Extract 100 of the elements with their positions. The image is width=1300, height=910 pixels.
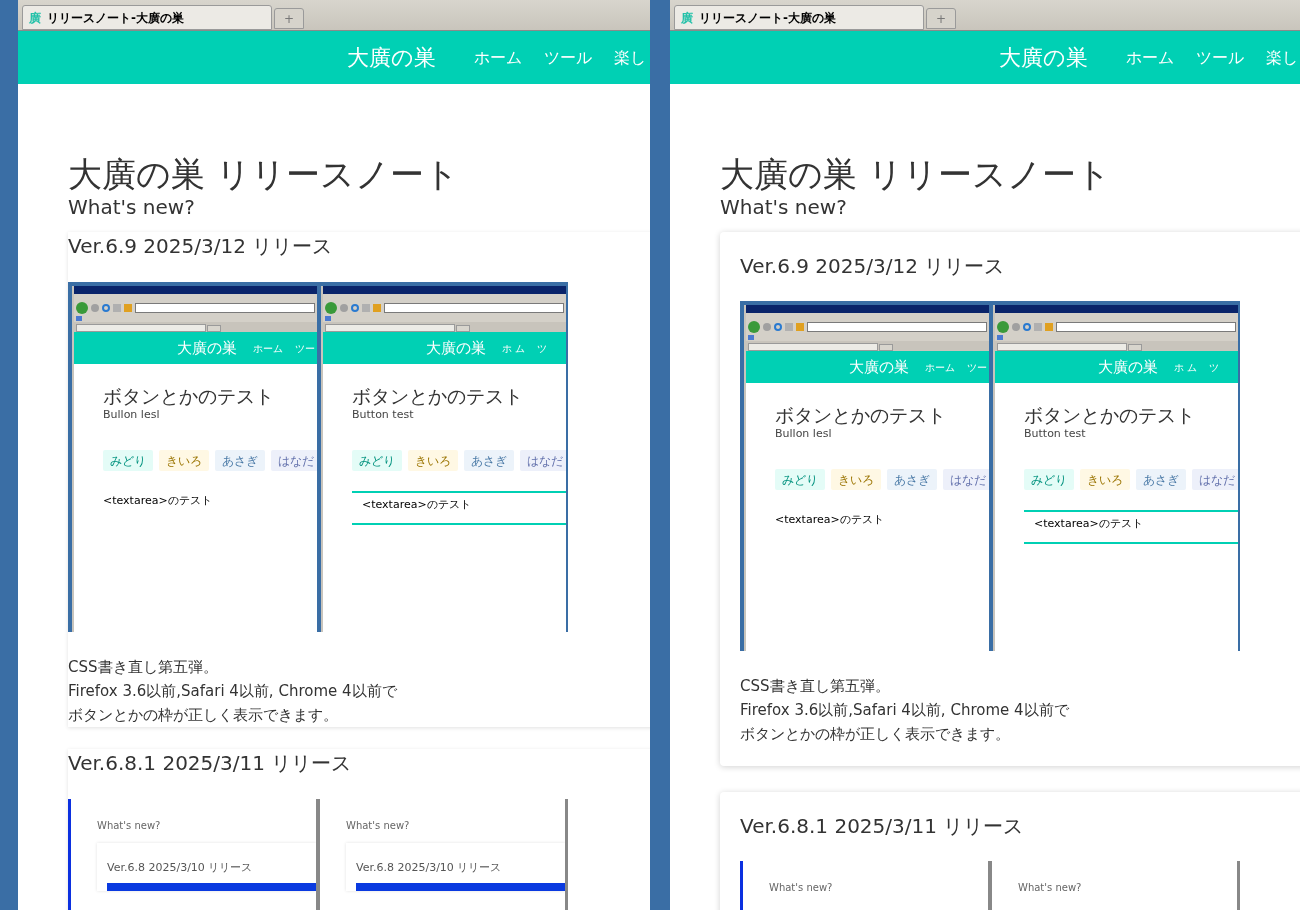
tab-title: リリースノート-大廣の巣 — [699, 9, 836, 27]
bookmark-icon[interactable] — [997, 335, 1003, 340]
color-button[interactable]: はなだ — [1192, 469, 1238, 490]
release-note-line: ボタンとかの枠が正しく表示できます。 — [68, 705, 339, 726]
reload-icon[interactable] — [774, 323, 782, 331]
color-button[interactable]: きいろ — [831, 469, 881, 490]
textarea-field[interactable]: <textarea>のテスト — [352, 491, 566, 525]
textarea-field[interactable]: <textarea>のテスト — [1024, 510, 1238, 544]
release-heading: Ver.6.9 2025/3/12 リリース — [740, 253, 1006, 280]
page-subtitle: What's new? — [346, 819, 411, 833]
nav-link[interactable]: ツー — [295, 340, 315, 356]
nav-link[interactable]: ホーム — [253, 340, 283, 356]
new-tab-button[interactable] — [456, 325, 470, 332]
color-button[interactable]: みどり — [1024, 469, 1074, 490]
color-button[interactable]: あさぎ — [887, 469, 937, 490]
address-field[interactable] — [384, 303, 564, 313]
new-tab-button[interactable] — [879, 344, 893, 351]
nav-link[interactable]: ホーム — [1126, 45, 1174, 70]
nav-link[interactable]: ホーム — [474, 45, 522, 70]
browser-tab[interactable]: 廣 リリースノート-大廣の巣 — [674, 5, 924, 30]
release-heading: Ver.6.9 2025/3/12 リリース — [68, 233, 334, 260]
new-tab-button[interactable] — [207, 325, 221, 332]
color-button[interactable]: きいろ — [159, 450, 209, 471]
nav-link[interactable]: ホーム — [925, 359, 955, 375]
release-note-line: Firefox 3.6以前,Safari 4以前, Chrome 4以前で — [68, 681, 398, 702]
reload-icon[interactable] — [1023, 323, 1031, 331]
site-title[interactable]: 大廣の巣 — [347, 41, 436, 74]
nav-link[interactable]: 楽し — [614, 45, 646, 70]
nav-link[interactable]: ツール — [544, 45, 592, 70]
site-title[interactable]: 大廣の巣 — [849, 355, 909, 379]
tab-title: リリースノート-大廣の巣 — [47, 9, 184, 27]
browser-tab[interactable] — [997, 343, 1127, 351]
back-icon[interactable] — [997, 321, 1009, 333]
forward-icon[interactable] — [91, 304, 99, 312]
nav-link[interactable]: ホ ム — [1174, 359, 1198, 375]
browser-tab[interactable]: 廣 リリースノート-大廣の巣 — [22, 5, 272, 30]
reload-icon[interactable] — [351, 304, 359, 312]
release-heading: Ver.6.8 2025/3/10 リリース — [107, 861, 254, 875]
textarea-text: <textarea>のテスト — [103, 493, 213, 509]
bookmark-icon[interactable] — [748, 335, 754, 340]
address-field[interactable] — [135, 303, 315, 313]
forward-icon[interactable] — [1012, 323, 1020, 331]
favicon-icon: 廣 — [29, 8, 41, 27]
site-title[interactable]: 大廣の巣 — [999, 41, 1088, 74]
release-heading: Ver.6.8 2025/3/10 リリース — [356, 861, 503, 875]
page-title: ボタンとかのテスト — [1024, 403, 1196, 427]
address-field[interactable] — [1056, 322, 1236, 332]
release-note-line: CSS書き直し第五弾。 — [740, 676, 891, 697]
address-field[interactable] — [807, 322, 987, 332]
page-subtitle: Button test — [352, 408, 415, 422]
forward-icon[interactable] — [763, 323, 771, 331]
forward-icon[interactable] — [340, 304, 348, 312]
site-title[interactable]: 大廣の巣 — [426, 336, 486, 360]
page-subtitle: What's new? — [720, 194, 848, 220]
release-heading: Ver.6.8.1 2025/3/11 リリース — [740, 813, 1025, 840]
nav-link[interactable]: ツ — [1209, 359, 1220, 375]
reload-icon[interactable] — [102, 304, 110, 312]
site-title[interactable]: 大廣の巣 — [177, 336, 237, 360]
page-subtitle: What's new? — [1018, 881, 1083, 895]
browser-tab[interactable] — [76, 324, 206, 332]
nav-link[interactable]: 楽し — [1266, 45, 1298, 70]
release-note-line: CSS書き直し第五弾。 — [68, 657, 219, 678]
page-subtitle: What's new? — [769, 881, 834, 895]
nav-link[interactable]: ホ ム — [502, 340, 526, 356]
bookmark-icon[interactable] — [76, 316, 82, 321]
nav-link[interactable]: ツ — [537, 340, 548, 356]
nav-link[interactable]: ツール — [1196, 45, 1244, 70]
color-button[interactable]: あさぎ — [1136, 469, 1186, 490]
nav-link[interactable]: ツー — [967, 359, 987, 375]
color-button[interactable]: はなだ — [520, 450, 566, 471]
color-button[interactable]: みどり — [775, 469, 825, 490]
page-subtitle: What's new? — [97, 819, 162, 833]
page-subtitle: Button test — [1024, 427, 1087, 441]
color-button[interactable]: みどり — [103, 450, 153, 471]
browser-tab[interactable] — [748, 343, 878, 351]
bookmark-icon[interactable] — [325, 316, 331, 321]
page-title: 大廣の巣 リリースノート — [720, 154, 1112, 194]
new-tab-button[interactable] — [1128, 344, 1142, 351]
page-title: 大廣の巣 リリースノート — [68, 154, 460, 194]
browser-tab[interactable] — [325, 324, 455, 332]
release-note-line: ボタンとかの枠が正しく表示できます。 — [740, 724, 1011, 745]
textarea-text: <textarea>のテスト — [775, 512, 885, 528]
new-tab-button[interactable]: + — [274, 8, 304, 29]
color-button[interactable]: きいろ — [1080, 469, 1130, 490]
color-button[interactable]: きいろ — [408, 450, 458, 471]
page-title: ボタンとかのテスト — [103, 384, 275, 408]
page-title: ボタンとかのテスト — [352, 384, 524, 408]
color-button[interactable]: みどり — [352, 450, 402, 471]
page-title: ボタンとかのテスト — [775, 403, 947, 427]
back-icon[interactable] — [325, 302, 337, 314]
color-button[interactable]: あさぎ — [215, 450, 265, 471]
color-button[interactable]: はなだ — [943, 469, 989, 490]
new-tab-button[interactable]: + — [926, 8, 956, 29]
page-subtitle: Bullon lesl — [103, 408, 161, 422]
back-icon[interactable] — [76, 302, 88, 314]
site-title[interactable]: 大廣の巣 — [1098, 355, 1158, 379]
color-button[interactable]: はなだ — [271, 450, 317, 471]
color-button[interactable]: あさぎ — [464, 450, 514, 471]
page-subtitle: What's new? — [68, 194, 196, 220]
back-icon[interactable] — [748, 321, 760, 333]
